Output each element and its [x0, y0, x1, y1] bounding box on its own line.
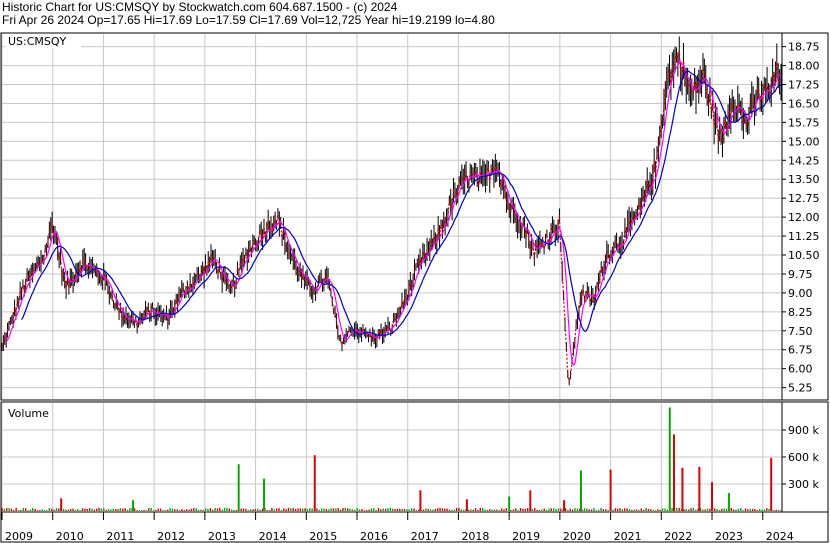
year-tick-label: 2021 — [614, 530, 642, 543]
price-tick-label: 9.00 — [788, 287, 813, 300]
year-tick-label: 2023 — [715, 530, 743, 543]
year-tick-label: 2020 — [563, 530, 591, 543]
price-panel: US:CMSQY 18.7518.0017.2516.5015.7515.001… — [0, 32, 829, 401]
symbol-label: US:CMSQY — [8, 35, 67, 48]
year-tick-label: 2017 — [411, 530, 439, 543]
year-tick-label: 2011 — [106, 530, 134, 543]
volume-panel: Volume 900 k 600 k 300 k — [0, 401, 829, 513]
price-axis-ticks: 18.75 18.00 17.25 16.50 15.75 15.00 14.25 13.50… — [782, 41, 820, 395]
year-tick-label: 2016 — [360, 530, 388, 543]
volume-axis-ticks: 900 k 600 k 300 k — [782, 424, 819, 491]
price-tick-label: 6.75 — [788, 344, 813, 357]
volume-bars — [1, 407, 782, 511]
volume-tick-label: 300 k — [788, 478, 819, 491]
volume-grid — [1, 403, 781, 511]
year-tick-label: 2015 — [309, 530, 337, 543]
year-tick-label: 2019 — [512, 530, 540, 543]
volume-tick-label: 900 k — [788, 424, 819, 437]
price-tick-label: 12.75 — [788, 192, 820, 205]
price-tick-label: 15.75 — [788, 116, 820, 129]
price-grid — [1, 34, 781, 399]
price-tick-label: 9.75 — [788, 268, 813, 281]
year-tick-label: 2022 — [664, 530, 692, 543]
year-tick-label: 2018 — [461, 530, 489, 543]
chart-window: Historic Chart for US:CMSQY by Stockwatc… — [0, 0, 830, 543]
price-tick-label: 14.25 — [788, 154, 820, 167]
volume-tick-label: 600 k — [788, 451, 819, 464]
price-tick-label: 10.50 — [788, 249, 820, 262]
price-tick-label: 17.25 — [788, 79, 820, 92]
price-tick-label: 13.50 — [788, 173, 820, 186]
year-tick-label: 2014 — [259, 530, 287, 543]
price-tick-label: 16.50 — [788, 97, 820, 110]
year-tick-label: 2010 — [56, 530, 84, 543]
price-tick-label: 6.00 — [788, 363, 813, 376]
year-tick-label: 2024 — [766, 530, 794, 543]
price-tick-label: 8.25 — [788, 306, 813, 319]
price-tick-label: 12.00 — [788, 211, 820, 224]
year-tick-label: 2012 — [157, 530, 185, 543]
price-tick-label: 11.25 — [788, 230, 820, 243]
price-tick-label: 18.00 — [788, 60, 820, 73]
volume-label: Volume — [8, 407, 49, 420]
year-tick-label: 2013 — [208, 530, 236, 543]
price-tick-label: 7.50 — [788, 325, 813, 338]
x-axis: 2009 2010 2011 2012 2013 2014 2015 2016 2017 2018… — [0, 511, 829, 543]
year-tick-label: 2009 — [5, 530, 33, 543]
price-panel-frame — [0, 32, 829, 401]
x-axis-ticks: 2009 2010 2011 2012 2013 2014 2015 2016 2017 2018… — [1, 512, 794, 543]
price-tick-label: 18.75 — [788, 41, 820, 54]
stock-chart: US:CMSQY 18.7518.0017.2516.5015.7515.001… — [0, 32, 829, 543]
price-tick-label: 15.00 — [788, 135, 820, 148]
price-tick-label: 5.25 — [788, 382, 813, 395]
